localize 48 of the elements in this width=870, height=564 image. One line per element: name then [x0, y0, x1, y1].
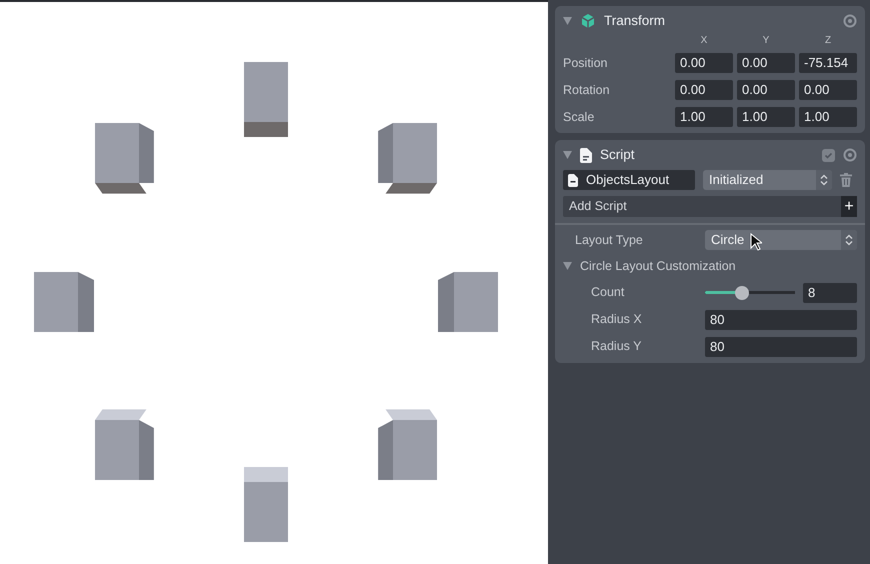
check-icon[interactable]: [822, 148, 835, 162]
slider-thumb[interactable]: [734, 286, 749, 300]
panel-title: Transform: [604, 12, 666, 30]
status-dropdown[interactable]: Initialized: [703, 170, 832, 190]
input-field[interactable]: 1.00: [675, 107, 733, 127]
axis-label: Z: [824, 36, 832, 46]
field-label: Scale: [563, 108, 596, 126]
input-field[interactable]: 80: [705, 310, 857, 330]
input-field[interactable]: 8: [803, 282, 857, 303]
cursor-icon: [750, 233, 762, 251]
input-field[interactable]: 80: [705, 336, 857, 357]
panel-title: Script: [600, 146, 635, 164]
field-label: Rotation: [563, 82, 611, 99]
input-field[interactable]: 0.00: [737, 80, 795, 100]
layout-type-dropdown[interactable]: Circle: [705, 230, 857, 250]
field-label: Count: [590, 284, 626, 302]
field-label: Radius X: [590, 311, 643, 328]
input-field[interactable]: 0.00: [737, 53, 795, 73]
collapse-triangle-icon[interactable]: [563, 17, 572, 25]
input-field[interactable]: 0.00: [675, 53, 733, 73]
dropdown-value: Circle: [711, 231, 744, 250]
dropdown-value: Initialized: [709, 171, 764, 190]
collapse-triangle-icon[interactable]: [563, 262, 572, 270]
script-name-field[interactable]: ObjectsLayout: [563, 170, 695, 190]
add-script-bar[interactable]: Add Script +: [563, 196, 857, 217]
document-icon: [580, 148, 592, 162]
up-down-arrows-icon: [820, 174, 828, 186]
collapse-triangle-icon[interactable]: [563, 151, 572, 159]
document-icon: [568, 174, 578, 186]
up-down-arrows-icon: [845, 234, 853, 246]
input-field[interactable]: 0.00: [675, 80, 733, 100]
settings-icon[interactable]: [843, 14, 857, 28]
add-button[interactable]: +: [841, 196, 857, 217]
script-name: ObjectsLayout: [586, 171, 670, 189]
field-label: Layout Type: [574, 232, 644, 249]
field-label: Circle Layout Customization: [580, 258, 736, 275]
cube-icon: [580, 13, 596, 29]
input-field[interactable]: 1.00: [799, 107, 857, 127]
input-field[interactable]: 0.00: [799, 80, 857, 100]
settings-icon[interactable]: [843, 148, 857, 162]
add-script-label: Add Script: [568, 198, 627, 216]
field-label: Position: [563, 54, 608, 72]
axis-label: Y: [762, 36, 770, 46]
trash-icon[interactable]: [840, 173, 852, 187]
axis-label: X: [700, 36, 708, 46]
input-field[interactable]: 1.00: [737, 107, 795, 127]
field-label: Radius Y: [590, 338, 642, 356]
input-field[interactable]: -75.154: [799, 53, 857, 73]
